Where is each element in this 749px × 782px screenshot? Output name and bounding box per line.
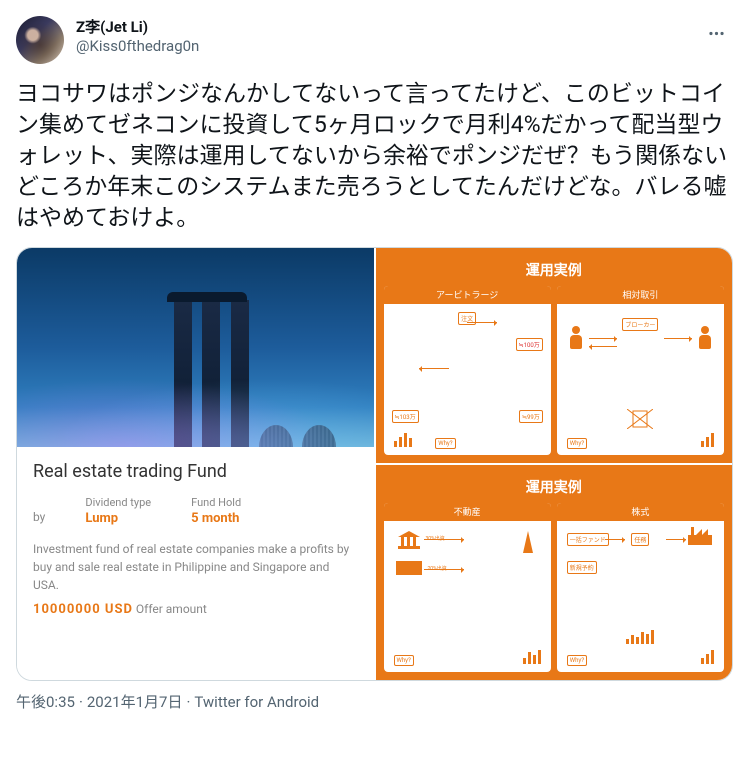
person-icon [569, 326, 583, 350]
offer-line: 10000000 USD Offer amount [33, 602, 358, 617]
stocks-box: 株式 一括ファンド 任務 新規予約 Why? [557, 503, 724, 672]
tweet-source[interactable]: Twitter for Android [194, 693, 319, 711]
factory-icon [688, 527, 712, 545]
chip: 一括ファンド [567, 533, 609, 546]
fund-hold-label: Fund Hold [191, 496, 241, 509]
name-column: Z李(Jet Li) @Kiss0fthedrag0n [76, 16, 199, 64]
tower-icon [523, 531, 533, 553]
fund-hold-value: 5 month [191, 511, 241, 526]
media-image-2[interactable]: 運用実例 アービトラージ 注文 ≒100万 ≒103万 ≒99万 Why? [376, 248, 733, 463]
slide2-title: 運用実例 [384, 256, 725, 286]
tweet-text: ヨコサワはポンジなんかしてないって言ってたけど、このビットコイン集めてゼネコンに… [16, 78, 733, 233]
dividend-type-value: Lump [85, 511, 151, 526]
offer-amount: 10000000 USD [33, 602, 133, 617]
chip: 新規予約 [567, 561, 597, 574]
why-chip: Why? [435, 438, 455, 449]
fund-card-body: Real estate trading Fund by Dividend typ… [17, 447, 374, 680]
val-100: ≒100万 [516, 338, 543, 351]
broker-chip: ブローカー [622, 318, 658, 331]
slide3-title: 運用実例 [384, 473, 725, 503]
why-chip: Why? [567, 655, 587, 666]
tweet-container: Z李(Jet Li) @Kiss0fthedrag0n ヨコサワはポンジなんかし… [0, 0, 749, 720]
why-chip: Why? [394, 655, 414, 666]
fund-title: Real estate trading Fund [33, 461, 358, 482]
dividend-type-label: Dividend type [85, 496, 151, 509]
bank-icon [398, 531, 420, 549]
offer-label: Offer amount [136, 602, 207, 616]
why-chip: Why? [567, 438, 587, 449]
realestate-label: 不動産 [384, 503, 551, 521]
media-image-3[interactable]: 運用実例 不動産 30%出資 20%出資 Why? [376, 465, 733, 680]
user-handle[interactable]: @Kiss0fthedrag0n [76, 37, 199, 55]
by-label: by [33, 496, 45, 524]
val-99: ≒99万 [519, 410, 543, 423]
realestate-box: 不動産 30%出資 20%出資 Why? [384, 503, 551, 672]
val-103: ≒103万 [392, 410, 419, 423]
tweet-time[interactable]: 午後0:35 [16, 693, 75, 711]
chip: 注文 [458, 312, 476, 325]
user-block[interactable]: Z李(Jet Li) @Kiss0fthedrag0n [16, 16, 199, 64]
arbitrage-box: アービトラージ 注文 ≒100万 ≒103万 ≒99万 Why? [384, 286, 551, 455]
arbitrage-label: アービトラージ [384, 286, 551, 304]
tweet-meta: 午後0:35·2021年1月7日·Twitter for Android [16, 691, 733, 712]
avatar[interactable] [16, 16, 64, 64]
media-grid: Real estate trading Fund by Dividend typ… [16, 247, 733, 681]
tweet-header: Z李(Jet Li) @Kiss0fthedrag0n [16, 16, 733, 64]
display-name[interactable]: Z李(Jet Li) [76, 16, 199, 37]
otc-label: 相対取引 [557, 286, 724, 304]
building-icon [396, 561, 422, 575]
ellipsis-icon [707, 24, 726, 43]
otc-box: 相対取引 ブローカー Why? [557, 286, 724, 455]
building-cross-icon [627, 409, 653, 429]
person-icon [698, 326, 712, 350]
stocks-label: 株式 [557, 503, 724, 521]
chip: 任務 [631, 533, 649, 546]
media-image-1[interactable]: Real estate trading Fund by Dividend typ… [17, 248, 374, 680]
fund-description: Investment fund of real estate companies… [33, 540, 358, 594]
more-options-button[interactable] [699, 16, 733, 50]
skyline-image [17, 248, 374, 447]
tweet-date[interactable]: 2021年1月7日 [87, 693, 183, 711]
